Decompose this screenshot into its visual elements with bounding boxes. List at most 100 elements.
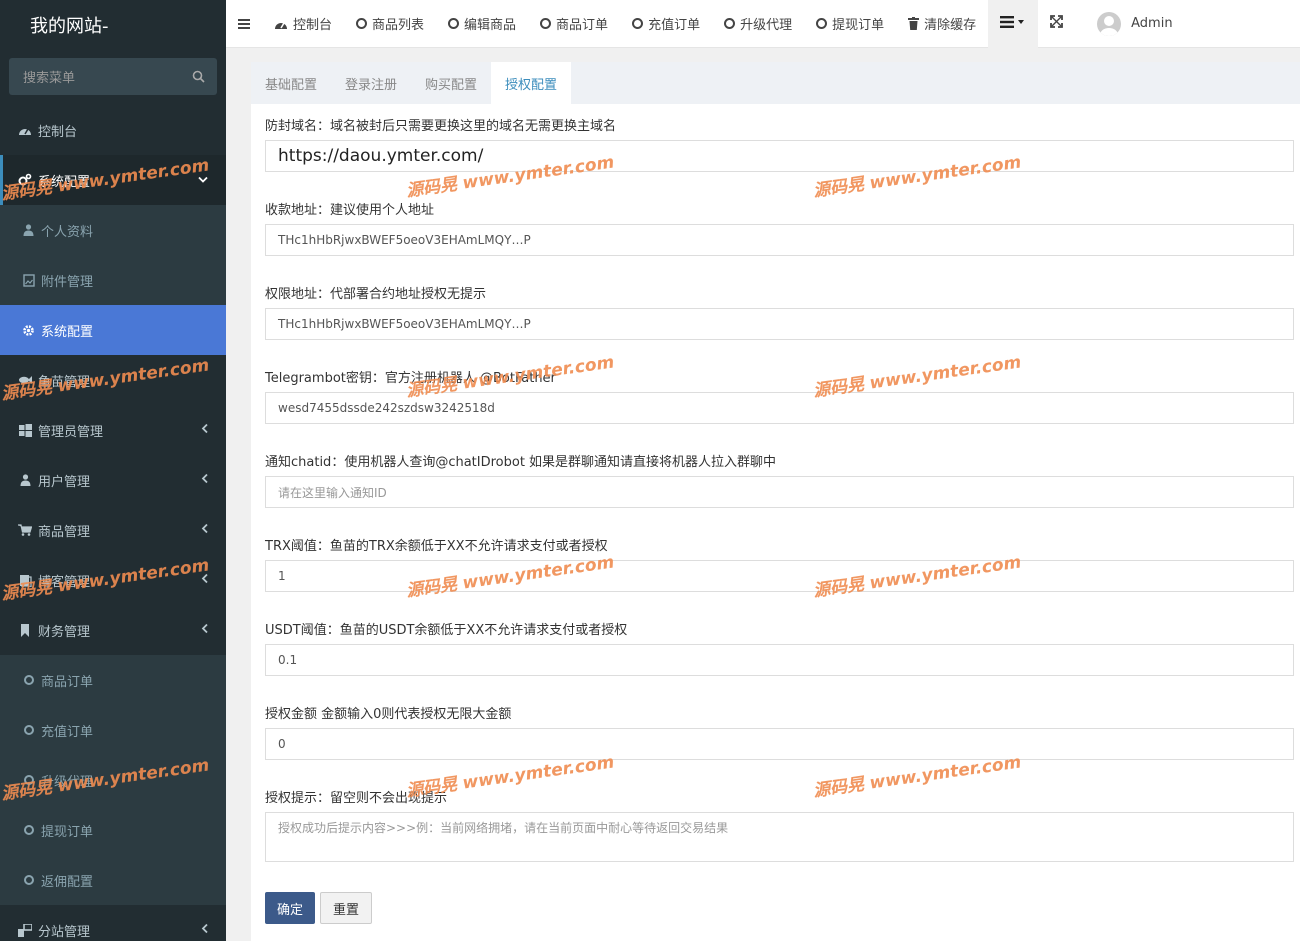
chevron-left-icon [201, 573, 208, 587]
nav-tab-label: 提现订单 [832, 18, 885, 33]
trash-icon [908, 17, 920, 30]
hamburger-icon [238, 18, 250, 29]
gear-icon [22, 324, 35, 337]
sidebar: 我的网站- 搜索菜单 控制台 系统配置 个人资料 附件管理 系统配置 鱼苗管理 … [0, 0, 226, 941]
circle-icon [448, 18, 460, 29]
sidebar-item-system-config[interactable]: 系统配置 [0, 155, 226, 205]
sidebar-item-label: 附件管理 [41, 274, 94, 290]
form-field-notify-chatid: 通知chatid：使用机器人查询@chatIDrobot 如果是群聊通知请直接将… [265, 454, 1294, 508]
circle-icon [632, 18, 644, 29]
dashboard-icon [18, 123, 32, 137]
nav-tab-label: 商品列表 [372, 18, 425, 33]
nav-tab-upgrade-agent[interactable]: 升级代理 [712, 0, 804, 48]
sitemap-icon [18, 923, 32, 937]
nav-tab-product-list[interactable]: 商品列表 [344, 0, 436, 48]
tab-purchase-config[interactable]: 购买配置 [411, 62, 491, 104]
chevron-left-icon [201, 523, 208, 537]
sidebar-item-profile[interactable]: 个人资料 [0, 205, 226, 255]
system-config-submenu: 个人资料 附件管理 系统配置 [0, 205, 226, 355]
sidebar-item-label: 控制台 [38, 124, 78, 140]
search-placeholder: 搜索菜单 [23, 71, 76, 86]
chevron-left-icon [201, 423, 208, 437]
nav-tab-label: 清除缓存 [924, 18, 977, 33]
auth-amount-input[interactable]: 0 [265, 728, 1294, 760]
sidebar-item-label: 返佣配置 [41, 874, 94, 890]
sidebar-item-substations[interactable]: 分站管理 [0, 905, 226, 941]
dashboard-icon [274, 18, 288, 30]
config-tabs: 基础配置 登录注册 购买配置 授权配置 [251, 62, 1300, 104]
chevron-left-icon [201, 473, 208, 487]
fullscreen-button[interactable] [1038, 0, 1075, 48]
payment-address-input[interactable]: THc1hHbRjwxBWEF5oeoV3EHAmLMQY…P [265, 224, 1294, 256]
clear-cache-button[interactable]: 清除缓存 [896, 0, 988, 48]
trx-threshold-input[interactable]: 1 [265, 560, 1294, 592]
sidebar-item-system-settings[interactable]: 系统配置 [0, 305, 226, 355]
form-field-payment-address: 收款地址：建议使用个人地址 THc1hHbRjwxBWEF5oeoV3EHAmL… [265, 202, 1294, 256]
usdt-threshold-input[interactable]: 0.1 [265, 644, 1294, 676]
sidebar-item-upgrade-agent[interactable]: 升级代理 [0, 755, 226, 805]
anti-block-domain-input[interactable]: https://daou.ymter.com/ [265, 140, 1294, 172]
sidebar-item-finance[interactable]: 财务管理 [0, 605, 226, 655]
submit-button[interactable]: 确定 [265, 892, 316, 924]
sidebar-item-users[interactable]: 用户管理 [0, 455, 226, 505]
sidebar-item-rebate-config[interactable]: 返佣配置 [0, 855, 226, 905]
field-label: 权限地址：代部署合约地址授权无提示 [265, 287, 487, 302]
sidebar-item-label: 升级代理 [41, 774, 94, 790]
fish-icon [18, 373, 32, 387]
blog-icon [18, 573, 32, 587]
sidebar-item-products[interactable]: 商品管理 [0, 505, 226, 555]
list-dropdown-icon [1000, 15, 1026, 32]
tab-dropdown-button[interactable] [988, 0, 1039, 48]
auth-tip-textarea[interactable]: 授权成功后提示内容>>>例：当前网络拥堵，请在当前页面中耐心等待返回交易结果 [265, 812, 1294, 862]
nav-tab-recharge-orders[interactable]: 充值订单 [620, 0, 712, 48]
nav-tab-product-orders[interactable]: 商品订单 [528, 0, 620, 48]
user-icon [18, 473, 32, 487]
field-label: 授权金额 金额输入0则代表授权无限大金额 [265, 707, 512, 722]
form-field-anti-block-domain: 防封域名：域名被封后只需要更换这里的域名无需更换主域名 https://daou… [265, 118, 1294, 172]
sidebar-item-withdraw-orders[interactable]: 提现订单 [0, 805, 226, 855]
reset-button[interactable]: 重置 [320, 892, 373, 924]
sidebar-item-label: 管理员管理 [38, 424, 104, 440]
field-label: USDT阈值：鱼苗的USDT余额低于XX不允许请求支付或者授权 [265, 623, 628, 638]
top-navbar: 控制台 商品列表 编辑商品 商品订单 充值订单 升级代理 提现订单 清除缓存 A… [226, 0, 1300, 48]
notify-chatid-input[interactable]: 请在这里输入通知ID [265, 476, 1294, 508]
search-icon[interactable] [192, 70, 205, 83]
circle-icon [22, 775, 35, 785]
chevron-left-icon [201, 623, 208, 637]
sidebar-item-attachments[interactable]: 附件管理 [0, 255, 226, 305]
main-content: 基础配置 登录注册 购买配置 授权配置 防封域名：域名被封后只需要更换这里的域名… [251, 62, 1300, 941]
circle-icon [22, 675, 35, 685]
sidebar-toggle-button[interactable] [226, 0, 262, 48]
circle-icon [356, 18, 368, 29]
tab-login-register[interactable]: 登录注册 [331, 62, 411, 104]
nav-tab-edit-product[interactable]: 编辑商品 [436, 0, 528, 48]
site-title[interactable]: 我的网站- [0, 0, 226, 50]
windows-icon [18, 423, 32, 437]
sidebar-menu: 控制台 系统配置 个人资料 附件管理 系统配置 鱼苗管理 管理员管理 用户管理 … [0, 105, 226, 941]
cart-icon [18, 523, 32, 537]
circle-icon [22, 825, 35, 835]
telegram-bot-key-input[interactable]: wesd7455dssde242szdsw3242518d [265, 392, 1294, 424]
sidebar-item-product-orders[interactable]: 商品订单 [0, 655, 226, 705]
field-label: 收款地址：建议使用个人地址 [265, 203, 435, 218]
nav-tab-label: 控制台 [293, 18, 333, 33]
user-menu[interactable]: Admin [1085, 0, 1184, 48]
circle-icon [22, 875, 35, 885]
nav-tab-label: 充值订单 [648, 18, 701, 33]
tab-basic-config[interactable]: 基础配置 [251, 62, 331, 104]
field-label: 防封域名：域名被封后只需要更换这里的域名无需更换主域名 [265, 119, 617, 134]
sidebar-item-label: 充值订单 [41, 724, 94, 740]
nav-tab-dashboard[interactable]: 控制台 [262, 0, 344, 48]
sidebar-search-input[interactable]: 搜索菜单 [9, 58, 217, 95]
nav-tab-label: 商品订单 [556, 18, 609, 33]
sidebar-item-label: 提现订单 [41, 824, 94, 840]
field-label: Telegrambot密钥：官方注册机器人 @BotFather [265, 371, 556, 386]
tab-authorization-config[interactable]: 授权配置 [491, 62, 572, 104]
sidebar-item-fish[interactable]: 鱼苗管理 [0, 355, 226, 405]
nav-tab-withdraw-orders[interactable]: 提现订单 [804, 0, 896, 48]
sidebar-item-blog[interactable]: 博客管理 [0, 555, 226, 605]
sidebar-item-recharge-orders[interactable]: 充值订单 [0, 705, 226, 755]
sidebar-item-admins[interactable]: 管理员管理 [0, 405, 226, 455]
permission-address-input[interactable]: THc1hHbRjwxBWEF5oeoV3EHAmLMQY…P [265, 308, 1294, 340]
sidebar-item-dashboard[interactable]: 控制台 [0, 105, 226, 155]
